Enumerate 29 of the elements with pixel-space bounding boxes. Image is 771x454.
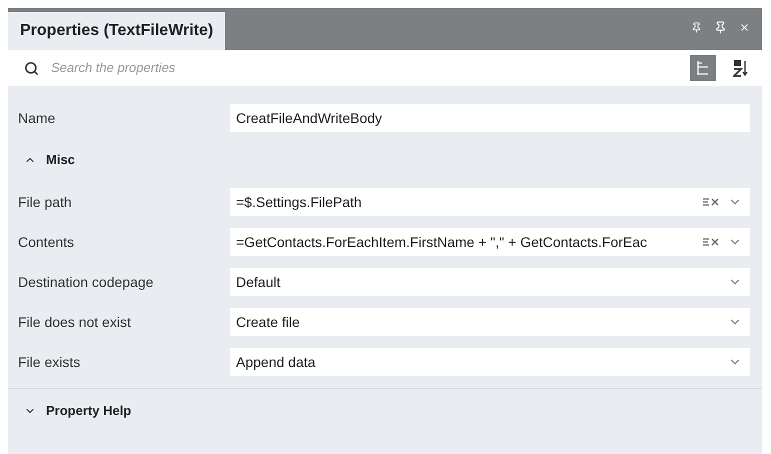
categorized-view-button[interactable] bbox=[690, 55, 716, 81]
property-label: Contents bbox=[18, 232, 76, 252]
property-label: Destination codepage bbox=[18, 272, 154, 292]
field-value: Create file bbox=[236, 312, 301, 332]
tree-icon bbox=[696, 60, 710, 76]
search-icon bbox=[24, 60, 39, 76]
sort-icon bbox=[733, 59, 749, 77]
field-value: =GetContacts.ForEachItem.FirstName + "," + GetContacts.ForEac bbox=[236, 232, 648, 252]
value-field[interactable]: =GetContacts.ForEachItem.FirstName + "," + GetContacts.ForEac bbox=[230, 228, 750, 256]
field-value: Append data bbox=[236, 352, 316, 372]
property-label: File exists bbox=[18, 352, 82, 372]
property-label: Name bbox=[18, 108, 56, 128]
value-field[interactable]: =$.Settings.FilePath bbox=[230, 188, 750, 216]
value-field[interactable]: Append data bbox=[230, 348, 750, 376]
field-value: =$.Settings.FilePath bbox=[236, 192, 363, 212]
text-field[interactable]: CreatFileAndWriteBody bbox=[230, 104, 750, 132]
value-field[interactable]: Create file bbox=[230, 308, 750, 336]
close-icon[interactable] bbox=[739, 22, 750, 33]
field-value: Default bbox=[236, 272, 282, 292]
value-field[interactable]: Default bbox=[230, 268, 750, 296]
section-header[interactable]: Property Help bbox=[8, 389, 132, 433]
section-header[interactable]: Misc bbox=[8, 138, 75, 182]
pin-icon[interactable] bbox=[691, 22, 702, 33]
field-value: CreatFileAndWriteBody bbox=[236, 108, 384, 128]
property-label: File path bbox=[18, 192, 73, 212]
search-input[interactable]: Search the properties bbox=[51, 58, 678, 78]
panel-tab[interactable]: Properties (TextFileWrite) bbox=[8, 12, 226, 50]
pin-icon[interactable] bbox=[714, 21, 727, 34]
property-label: File does not exist bbox=[18, 312, 132, 332]
